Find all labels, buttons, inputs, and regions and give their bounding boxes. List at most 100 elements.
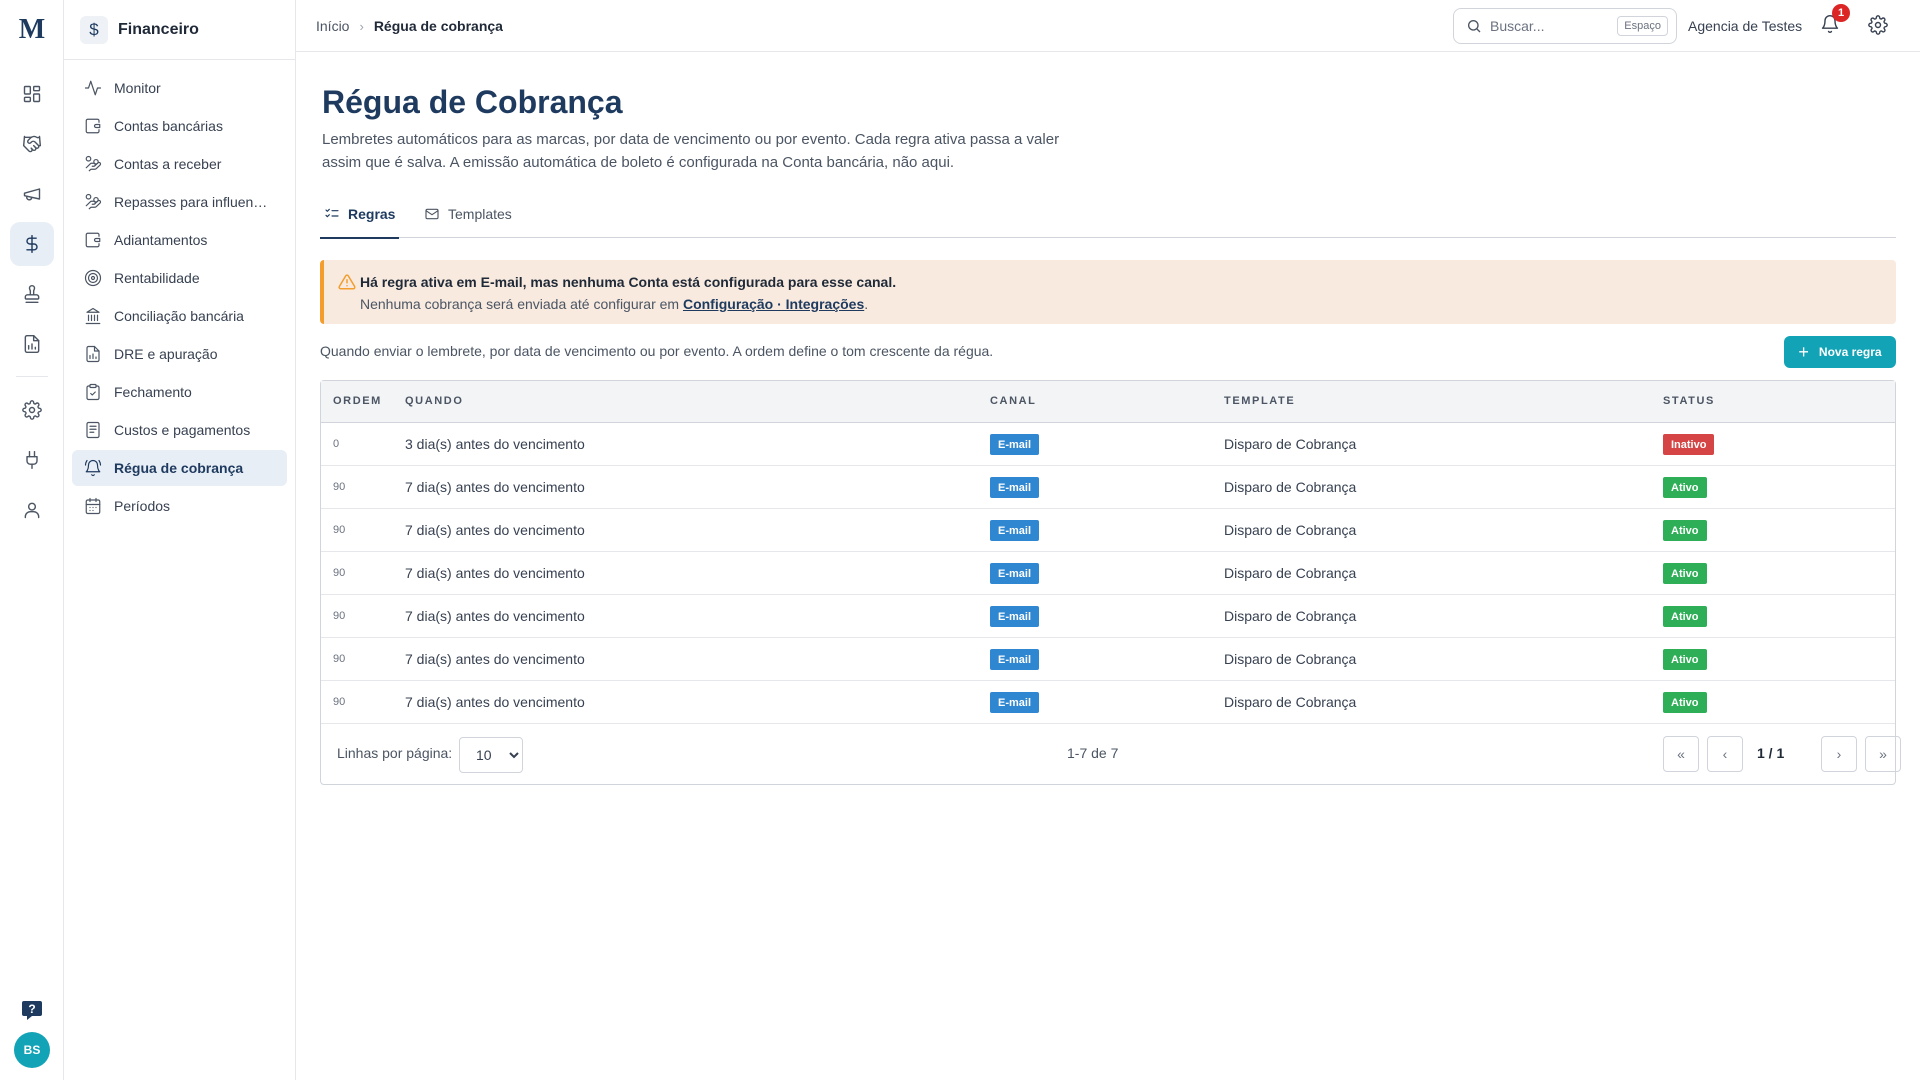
dollar-icon[interactable]	[10, 222, 54, 266]
svg-text:?: ?	[28, 1002, 35, 1016]
table-footer: Linhas por página: 10 1-7 de 7 « ‹ 1 / 1…	[321, 724, 1901, 784]
table-row[interactable]: 90 7 dia(s) antes do vencimento E-mail D…	[321, 681, 1895, 724]
sidebar-item-regua-de-cobranca[interactable]: Régua de cobrança	[72, 450, 287, 486]
chevron-right-icon: ›	[1836, 746, 1842, 762]
new-rule-button[interactable]: + Nova regra	[1784, 336, 1896, 368]
column-header-canal[interactable]: CANAL	[990, 395, 1037, 407]
column-header-status[interactable]: STATUS	[1663, 395, 1715, 407]
sidebar-item-label: Fechamento	[114, 384, 192, 400]
handshake-icon[interactable]	[10, 122, 54, 166]
sidebar-item-contas-a-receber[interactable]: Contas a receber	[72, 146, 287, 182]
agency-switcher[interactable]: Agencia de Testes	[1688, 0, 1802, 52]
plus-icon: +	[1798, 342, 1809, 362]
page-title: Régua de Cobrança	[322, 84, 623, 120]
sidebar-item-rentabilidade[interactable]: Rentabilidade	[72, 260, 287, 296]
sidebar-item-label: DRE e apuração	[114, 346, 218, 362]
sidebar-header: $ Financeiro	[64, 0, 295, 60]
sidebar-item-custos[interactable]: Custos e pagamentos	[72, 412, 287, 448]
breadcrumb-home[interactable]: Início	[316, 18, 349, 34]
sidebar-item-label: Rentabilidade	[114, 270, 200, 286]
table-row[interactable]: 90 7 dia(s) antes do vencimento E-mail D…	[321, 638, 1895, 681]
sidebar-item-contas-bancarias[interactable]: Contas bancárias	[72, 108, 287, 144]
search-box[interactable]: Espaço	[1453, 8, 1677, 44]
help-chat-icon[interactable]: ?	[20, 998, 44, 1022]
search-shortcut-hint: Espaço	[1617, 16, 1668, 36]
tab-templates[interactable]: Templates	[424, 190, 512, 238]
rules-table: ORDEM QUANDO CANAL TEMPLATE STATUS 0 3 d…	[320, 380, 1901, 785]
table-row[interactable]: 90 7 dia(s) antes do vencimento E-mail D…	[321, 466, 1895, 509]
receipt-icon	[86, 421, 100, 439]
cell-ordem: 90	[333, 524, 346, 536]
calendar-icon	[85, 497, 101, 515]
sidebar-item-dre[interactable]: DRE e apuração	[72, 336, 287, 372]
hand-coins-icon	[85, 155, 102, 172]
table-row[interactable]: 90 7 dia(s) antes do vencimento E-mail D…	[321, 552, 1895, 595]
avatar[interactable]: BS	[14, 1032, 50, 1068]
icon-rail: M ? BS	[0, 0, 64, 1080]
plug-icon[interactable]	[10, 438, 54, 482]
settings-button[interactable]	[1868, 15, 1888, 40]
status-badge: Ativo	[1663, 563, 1707, 584]
status-badge: Ativo	[1663, 606, 1707, 627]
user-icon[interactable]	[10, 488, 54, 532]
channel-badge: E-mail	[990, 434, 1040, 455]
gear-icon	[1868, 15, 1888, 35]
breadcrumb: Início › Régua de cobrança	[316, 0, 503, 52]
rules-hint: Quando enviar o lembrete, por data de ve…	[320, 343, 994, 359]
tab-regras[interactable]: Regras	[320, 190, 400, 239]
report-icon[interactable]	[10, 322, 54, 366]
chevrons-left-icon: «	[1677, 746, 1685, 762]
previous-page-button[interactable]: ‹	[1707, 736, 1743, 772]
cell-ordem: 90	[333, 567, 346, 579]
cell-quando: 3 dia(s) antes do vencimento	[405, 436, 585, 452]
notifications-button[interactable]: 1	[1820, 4, 1850, 38]
alert-text: Nenhuma cobrança será enviada até config…	[360, 296, 868, 312]
table-row[interactable]: 90 7 dia(s) antes do vencimento E-mail D…	[321, 595, 1895, 638]
column-header-quando[interactable]: QUANDO	[405, 395, 464, 407]
megaphone-icon[interactable]	[10, 172, 54, 216]
channel-badge: E-mail	[990, 649, 1040, 670]
tab-label: Templates	[448, 206, 512, 222]
cell-quando: 7 dia(s) antes do vencimento	[405, 608, 585, 624]
clipboard-check-icon	[86, 383, 100, 401]
app-logo[interactable]: M	[0, 14, 64, 46]
search-input[interactable]	[1490, 18, 1610, 34]
chevron-right-icon: ›	[359, 18, 364, 34]
hand-coins-icon	[85, 193, 102, 210]
stamp-icon[interactable]	[10, 272, 54, 316]
sidebar-item-label: Contas a receber	[114, 156, 222, 172]
dashboard-icon[interactable]	[10, 72, 54, 116]
status-badge: Ativo	[1663, 692, 1707, 713]
integrations-link[interactable]: Configuração · Integrações	[683, 296, 864, 312]
channel-badge: E-mail	[990, 563, 1040, 584]
cell-template: Disparo de Cobrança	[1224, 694, 1357, 710]
rows-per-page-select[interactable]: 10	[459, 737, 523, 773]
breadcrumb-current: Régua de cobrança	[373, 18, 503, 34]
first-page-button[interactable]: «	[1663, 736, 1699, 772]
warning-alert: Há regra ativa em E-mail, mas nenhuma Co…	[320, 260, 1896, 324]
table-row[interactable]: 0 3 dia(s) antes do vencimento E-mail Di…	[321, 423, 1895, 466]
column-header-ordem[interactable]: ORDEM	[333, 395, 382, 407]
table-row[interactable]: 90 7 dia(s) antes do vencimento E-mail D…	[321, 509, 1895, 552]
cell-quando: 7 dia(s) antes do vencimento	[405, 694, 585, 710]
sidebar-item-fechamento[interactable]: Fechamento	[72, 374, 287, 410]
cell-ordem: 90	[333, 653, 346, 665]
next-page-button[interactable]: ›	[1821, 736, 1857, 772]
channel-badge: E-mail	[990, 692, 1040, 713]
notification-badge: 1	[1832, 4, 1850, 22]
last-page-button[interactable]: »	[1865, 736, 1901, 772]
alert-title: Há regra ativa em E-mail, mas nenhuma Co…	[360, 274, 897, 290]
rail-divider	[16, 376, 48, 377]
sidebar-item-repasses[interactable]: Repasses para influen…	[72, 184, 287, 220]
bell-ring-icon	[84, 459, 102, 477]
cell-template: Disparo de Cobrança	[1224, 436, 1357, 452]
sidebar-item-monitor[interactable]: Monitor	[72, 70, 287, 106]
sidebar-item-periodos[interactable]: Períodos	[72, 488, 287, 524]
sidebar-item-adiantamentos[interactable]: Adiantamentos	[72, 222, 287, 258]
settings-icon[interactable]	[10, 388, 54, 432]
status-badge: Ativo	[1663, 520, 1707, 541]
column-header-template[interactable]: TEMPLATE	[1224, 395, 1295, 407]
sidebar-item-conciliacao[interactable]: Conciliação bancária	[72, 298, 287, 334]
status-badge: Ativo	[1663, 649, 1707, 670]
sidebar-item-label: Custos e pagamentos	[114, 422, 251, 438]
